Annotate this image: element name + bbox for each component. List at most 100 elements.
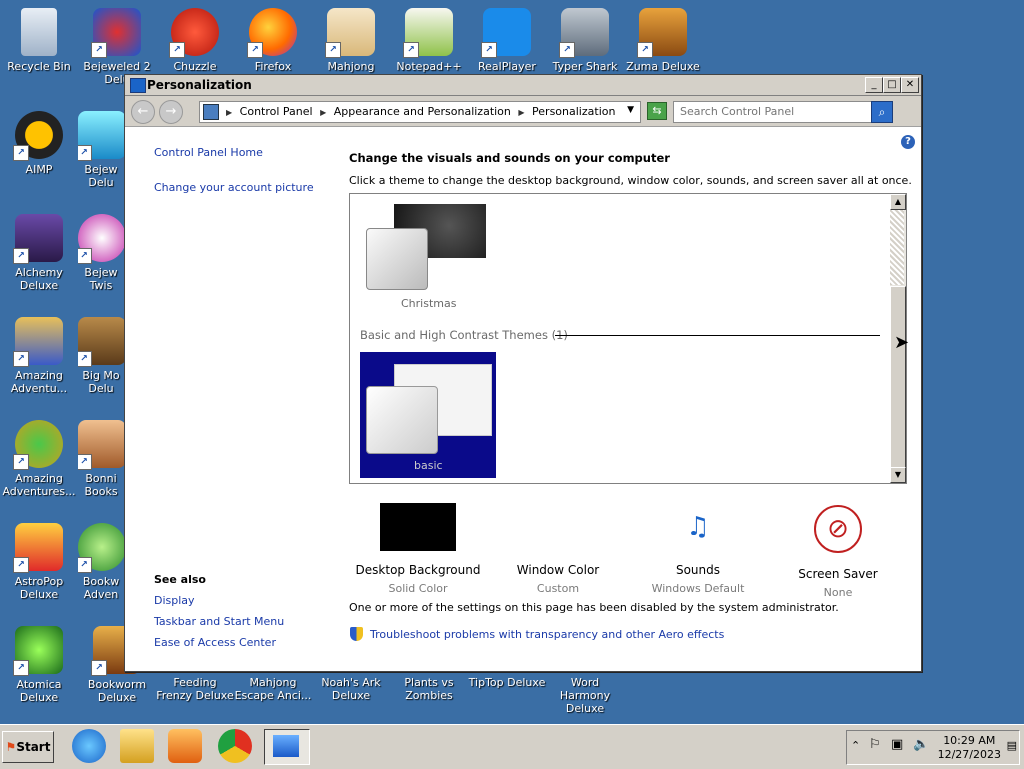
chrome-icon[interactable] — [218, 729, 252, 763]
big-money-icon: ↗ — [78, 317, 124, 367]
control-panel-home-link[interactable]: Control Panel Home — [154, 146, 263, 159]
desktop-icon-bonnie-books[interactable]: ↗ Bonni Books — [78, 414, 124, 498]
breadcrumb-control-panel[interactable]: Control Panel — [240, 105, 313, 118]
theme-name-christmas: Christmas — [401, 297, 457, 310]
amazing-adventures-icon: ↗ — [13, 317, 63, 367]
desktop-background-option[interactable]: Desktop Background Solid Color — [353, 503, 483, 595]
forward-button[interactable]: → — [159, 100, 183, 124]
desktop-icon-recycle-bin[interactable]: Recycle Bin — [0, 2, 78, 73]
breadcrumb-appearance[interactable]: Appearance and Personalization — [334, 105, 511, 118]
desktop-icon-aimp[interactable]: ↗ AIMP — [0, 105, 78, 176]
breadcrumb-separator-icon[interactable]: ▶ — [320, 108, 326, 117]
network-icon[interactable]: ▣ — [891, 737, 903, 752]
desktop-icon-amazing-adventures2[interactable]: ↗ Amazing Adventures... — [0, 414, 78, 498]
taskbar: ⚑Start ⌃ ⚐ ▣ 🔈 10:29 AM 12/27/2023 ▤ — [0, 724, 1024, 769]
window-title: Personalization — [147, 78, 252, 92]
atomica-icon: ↗ — [13, 626, 63, 676]
start-button[interactable]: ⚑Start — [2, 731, 54, 763]
address-bar[interactable]: ▶ Control Panel ▶ Appearance and Persona… — [199, 101, 641, 123]
see-also-taskbar-link[interactable]: Taskbar and Start Menu — [154, 615, 284, 628]
page-subtitle: Click a theme to change the desktop back… — [349, 174, 912, 187]
see-also-ease-of-access-link[interactable]: Ease of Access Center — [154, 636, 276, 649]
group-divider — [555, 335, 880, 336]
desktop-icon-big-money[interactable]: ↗ Big Mo Delu — [78, 311, 124, 395]
window-color-option[interactable]: Window Color Custom — [493, 503, 623, 595]
troubleshoot-link[interactable]: Troubleshoot problems with transparency … — [370, 628, 724, 641]
file-explorer-icon[interactable] — [120, 729, 154, 763]
volume-icon[interactable]: 🔈 — [913, 737, 929, 752]
amazing-adventures2-icon: ↗ — [13, 420, 63, 470]
desktop-icon-astropop[interactable]: ↗ AstroPop Deluxe — [0, 517, 78, 601]
chuzzle-icon: ↗ — [169, 8, 219, 58]
sounds-option[interactable]: ♫ Sounds Windows Default — [633, 503, 763, 595]
notepadpp-icon: ↗ — [403, 8, 453, 58]
show-desktop-icon[interactable]: ▤ — [1007, 739, 1017, 752]
desktop-icon-zuma[interactable]: ↗ Zuma Deluxe — [624, 2, 702, 73]
clock[interactable]: 10:29 AM 12/27/2023 — [938, 734, 1001, 762]
breadcrumb: ▶ Control Panel ▶ Appearance and Persona… — [222, 105, 615, 118]
search-icon[interactable]: ⌕ — [871, 101, 893, 123]
personalization-window: Personalization _ □ ✕ ← → ▶ Control Pane… — [124, 74, 922, 672]
breadcrumb-separator-icon[interactable]: ▶ — [518, 108, 524, 117]
breadcrumb-separator-icon: ▶ — [226, 108, 233, 117]
bookworm-adventures-icon: ↗ — [78, 523, 124, 573]
media-player-icon[interactable] — [168, 729, 202, 763]
desktop-icon-alchemy[interactable]: ↗ Alchemy Deluxe — [0, 208, 78, 292]
desktop-icon-realplayer[interactable]: ↗ RealPlayer — [468, 2, 546, 73]
change-account-picture-link[interactable]: Change your account picture — [154, 181, 314, 194]
see-also-display-link[interactable]: Display — [154, 594, 195, 607]
clock-date: 12/27/2023 — [937, 748, 1001, 761]
desktop-icon-notepadpp[interactable]: ↗ Notepad++ — [390, 2, 468, 73]
theme-list: Christmas Basic and High Contrast Themes… — [349, 193, 907, 484]
title-bar[interactable]: Personalization _ □ ✕ — [125, 75, 921, 96]
back-button[interactable]: ← — [131, 100, 155, 124]
theme-group-label: Basic and High Contrast Themes (1) — [360, 328, 568, 342]
address-dropdown-icon[interactable]: ▼ — [627, 105, 634, 115]
shield-icon — [350, 627, 363, 641]
aimp-icon: ↗ — [13, 111, 63, 161]
christmas-window-preview — [366, 228, 428, 290]
admin-notice: One or more of the settings on this page… — [349, 601, 839, 614]
window-color-icon — [520, 503, 596, 551]
astropop-icon: ↗ — [13, 523, 63, 573]
desktop-icon-mahjong[interactable]: ↗ Mahjong — [312, 2, 390, 73]
theme-christmas[interactable]: Christmas — [360, 202, 500, 314]
search-box[interactable]: ⌕ — [673, 101, 893, 123]
desktop-icon-bejeweled[interactable]: ↗ Bejew Delu — [78, 105, 124, 189]
alchemy-icon: ↗ — [13, 214, 63, 264]
control-panel-taskbar-button[interactable] — [264, 729, 310, 765]
page-title: Change the visuals and sounds on your co… — [349, 151, 670, 165]
theme-name-basic: basic — [414, 459, 443, 472]
refresh-icon[interactable]: ⇆ — [647, 102, 667, 120]
scroll-thumb[interactable] — [890, 286, 906, 468]
breadcrumb-personalization[interactable]: Personalization — [532, 105, 615, 118]
realplayer-icon: ↗ — [481, 8, 531, 58]
close-button[interactable]: ✕ — [901, 77, 919, 93]
show-hidden-icons-icon[interactable]: ⌃ — [851, 739, 860, 752]
sounds-icon: ♫ — [686, 512, 710, 542]
bejeweled2-icon: ↗ — [91, 8, 141, 58]
scroll-up-icon[interactable]: ▲ — [890, 194, 906, 210]
search-input[interactable] — [674, 102, 881, 120]
maximize-button[interactable]: □ — [883, 77, 901, 93]
minimize-button[interactable]: _ — [865, 77, 883, 93]
desktop-icon-firefox[interactable]: ↗ Firefox — [234, 2, 312, 73]
help-icon[interactable]: ? — [901, 135, 915, 149]
recycle-bin-icon — [21, 8, 57, 56]
internet-explorer-icon[interactable] — [72, 729, 106, 763]
desktop-background-icon — [380, 503, 456, 551]
action-center-flag-icon[interactable]: ⚐ — [869, 737, 881, 752]
desktop-icon-amazing-adventures[interactable]: ↗ Amazing Adventu... — [0, 311, 78, 395]
desktop-icon-bejeweled-twist[interactable]: ↗ Bejew Twis — [78, 208, 124, 292]
theme-basic[interactable]: basic — [360, 352, 496, 478]
scroll-track[interactable] — [890, 210, 904, 285]
desktop-icon-typershark[interactable]: ↗ Typer Shark — [546, 2, 624, 73]
desktop-icon-bookworm-adventures[interactable]: ↗ Bookw Adven — [78, 517, 124, 601]
firefox-icon: ↗ — [247, 8, 297, 58]
screen-saver-icon: ⊘ — [814, 505, 862, 553]
screen-saver-option[interactable]: ⊘ Screen Saver None — [773, 503, 903, 599]
window-icon — [130, 78, 146, 93]
scroll-down-icon[interactable]: ▼ — [890, 467, 906, 483]
bejeweled-icon: ↗ — [78, 111, 124, 161]
desktop-icon-atomica[interactable]: ↗ Atomica Deluxe — [0, 620, 78, 704]
